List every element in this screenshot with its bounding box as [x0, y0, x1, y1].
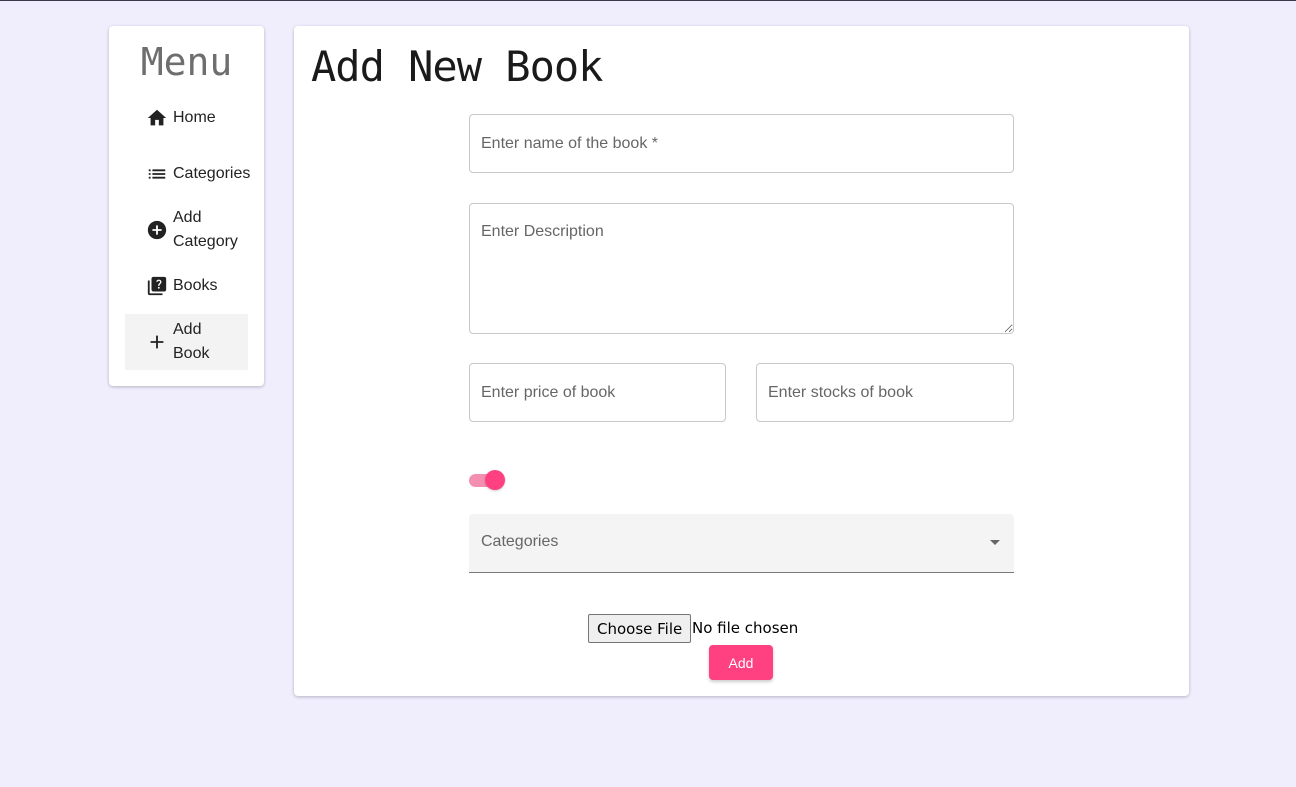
sidebar: Menu Home Categories Add Category Books …: [109, 26, 264, 386]
quiz-book-icon: [145, 274, 169, 298]
add-button[interactable]: Add: [709, 645, 773, 680]
categories-select[interactable]: Categories: [469, 514, 1014, 573]
sidebar-item-home[interactable]: Home: [125, 106, 248, 130]
plus-icon: [145, 330, 169, 354]
toggle-thumb: [485, 470, 505, 490]
add-circle-icon: [145, 218, 169, 242]
choose-file-button[interactable]: Choose File: [588, 614, 692, 643]
home-icon: [145, 106, 169, 130]
description-textarea[interactable]: [469, 203, 1014, 334]
book-name-input[interactable]: [469, 114, 1014, 173]
list-icon: [145, 162, 169, 186]
categories-select-label: Categories: [481, 533, 559, 550]
chevron-down-icon: [990, 540, 1000, 545]
sidebar-item-label: Add Category: [173, 209, 238, 250]
page-title: Add New Book: [311, 42, 603, 91]
availability-toggle[interactable]: [469, 469, 505, 493]
sidebar-item-label: Home: [173, 109, 216, 126]
sidebar-item-categories[interactable]: Categories: [125, 162, 251, 186]
sidebar-item-add-category[interactable]: Add Category: [125, 206, 248, 254]
sidebar-item-label: Add Book: [173, 321, 210, 362]
sidebar-item-label: Categories: [173, 165, 251, 182]
menu-title: Menu: [140, 40, 233, 84]
main-card: Add New Book Categories Choose File No f…: [294, 26, 1189, 696]
file-status-text: No file chosen: [692, 619, 799, 637]
price-input[interactable]: [469, 363, 726, 422]
stocks-input[interactable]: [756, 363, 1014, 422]
sidebar-item-add-book[interactable]: Add Book: [125, 314, 248, 370]
sidebar-item-label: Books: [173, 277, 218, 294]
sidebar-item-books[interactable]: Books: [125, 274, 248, 298]
